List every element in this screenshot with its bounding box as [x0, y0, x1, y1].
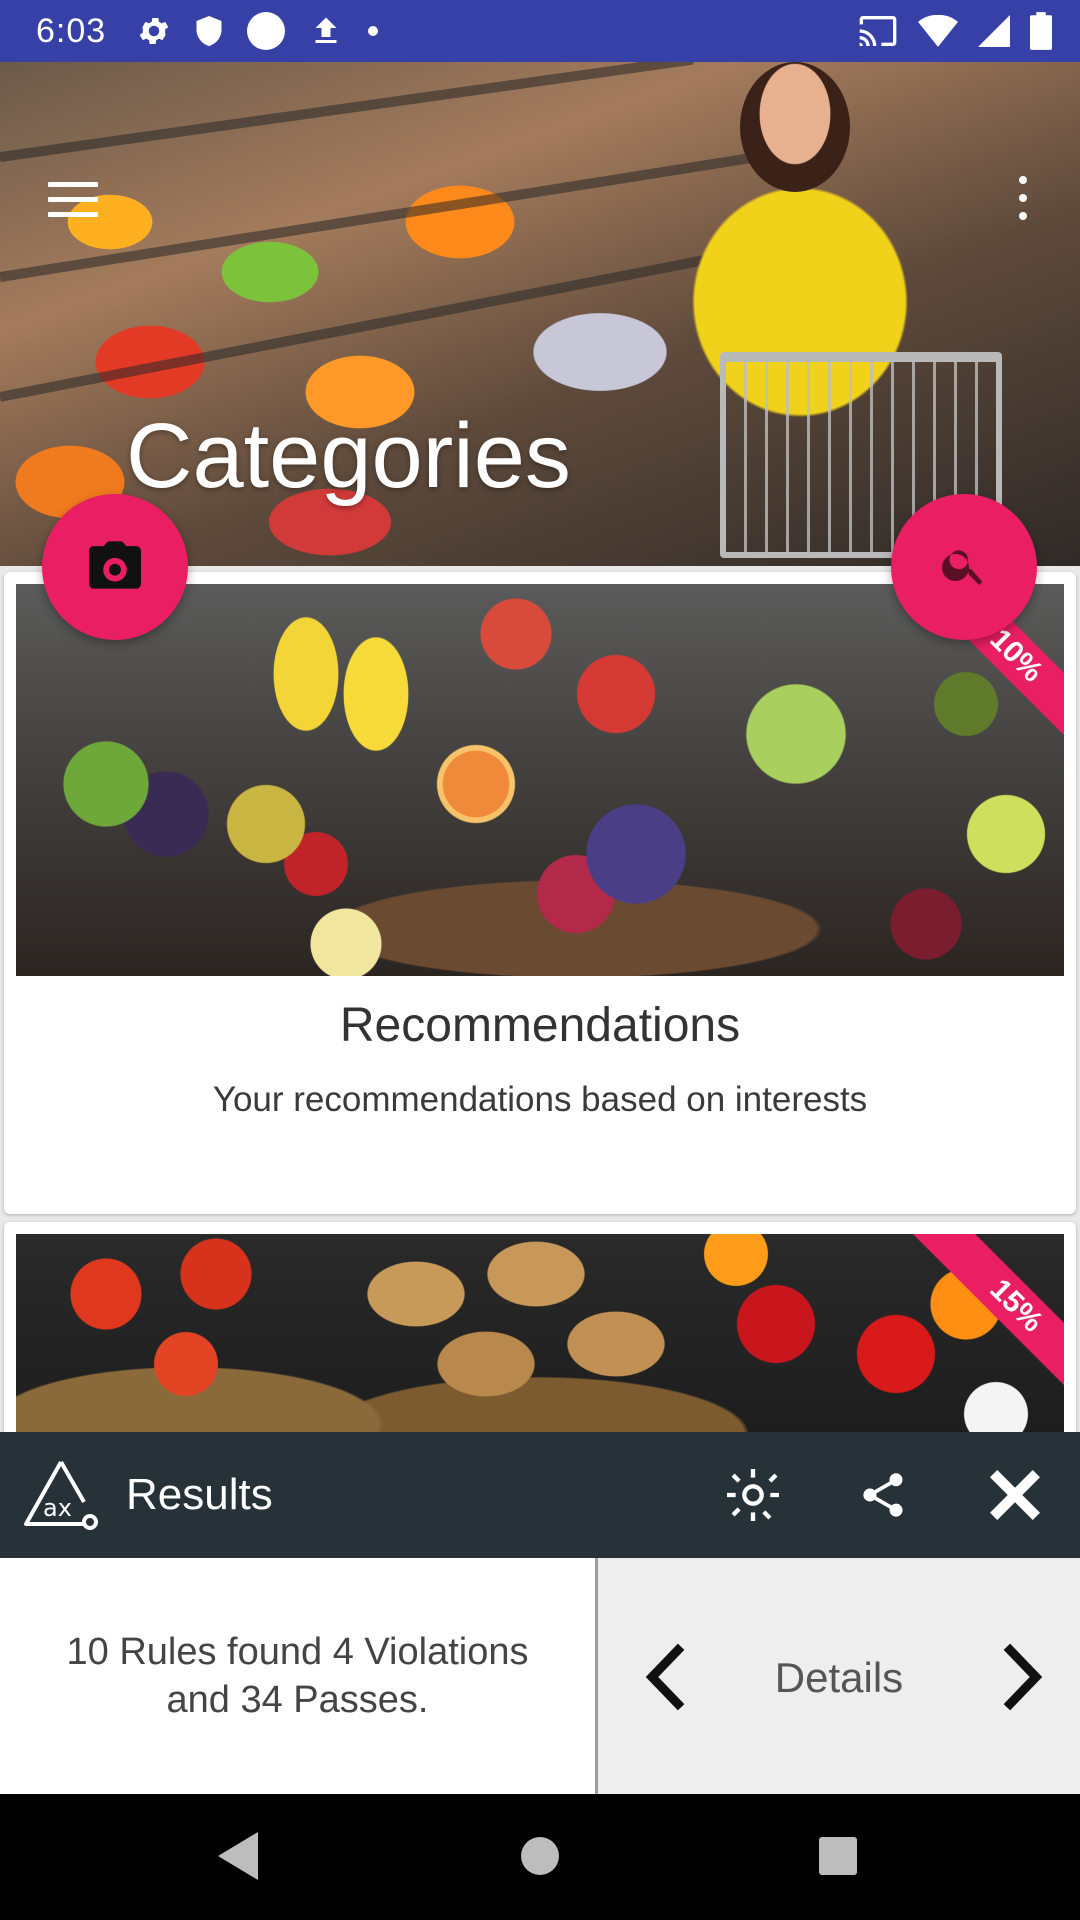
status-time: 6:03	[36, 11, 107, 50]
shopper-head	[740, 62, 850, 192]
card-image-vegetables: 15%	[16, 1234, 1064, 1434]
svg-text:ax: ax	[43, 1494, 72, 1522]
category-card-recommendations[interactable]: 10% Recommendations Your recommendations…	[4, 572, 1076, 1214]
card-image-fruits: 10%	[16, 584, 1064, 976]
results-summary-panel: 10 Rules found 4 Violations and 34 Passe…	[0, 1558, 598, 1794]
page-title: Categories	[126, 405, 571, 507]
close-icon[interactable]	[982, 1462, 1048, 1528]
navigation-bar	[0, 1794, 1080, 1920]
search-icon	[939, 540, 989, 595]
back-icon[interactable]	[214, 1828, 262, 1889]
card-title: Recommendations	[339, 999, 741, 1052]
shelf-line	[0, 62, 694, 162]
search-button[interactable]	[891, 494, 1037, 640]
status-bar: 6:03	[0, 0, 1080, 62]
category-card-vegetables[interactable]: 15%	[4, 1222, 1076, 1442]
camera-button[interactable]	[42, 494, 188, 640]
status-right-icons	[858, 12, 1052, 50]
home-icon[interactable]	[520, 1836, 560, 1881]
recents-icon[interactable]	[818, 1836, 858, 1881]
shelf-line	[0, 153, 752, 282]
settings-icon[interactable]	[720, 1462, 786, 1528]
card-subtitle: Your recommendations based on interests	[212, 1080, 868, 1119]
more-options-icon[interactable]	[1016, 176, 1030, 220]
results-summary-text: 10 Rules found 4 Violations and 34 Passe…	[66, 1631, 529, 1721]
menu-icon[interactable]	[48, 182, 98, 218]
camera-icon	[86, 539, 144, 596]
upload-icon	[308, 13, 344, 49]
wifi-icon	[918, 15, 958, 47]
circle-icon	[246, 11, 286, 51]
accessibility-scanner-logo-icon: ax	[22, 1458, 100, 1530]
next-chevron-icon[interactable]	[994, 1642, 1054, 1712]
cast-icon	[858, 14, 898, 48]
share-icon[interactable]	[850, 1462, 916, 1528]
results-title: Results	[126, 1470, 273, 1519]
dot-icon	[366, 24, 380, 38]
hero-banner-image: Categories	[0, 62, 1080, 566]
discount-badge: 15%	[894, 1234, 1064, 1428]
shield-icon	[194, 14, 224, 48]
signal-icon	[978, 15, 1010, 47]
results-toolbar: ax Results	[0, 1432, 1080, 1558]
battery-icon	[1030, 12, 1052, 50]
settings-icon	[136, 13, 172, 49]
details-panel: Details	[598, 1558, 1080, 1794]
status-left-icons	[136, 11, 380, 51]
